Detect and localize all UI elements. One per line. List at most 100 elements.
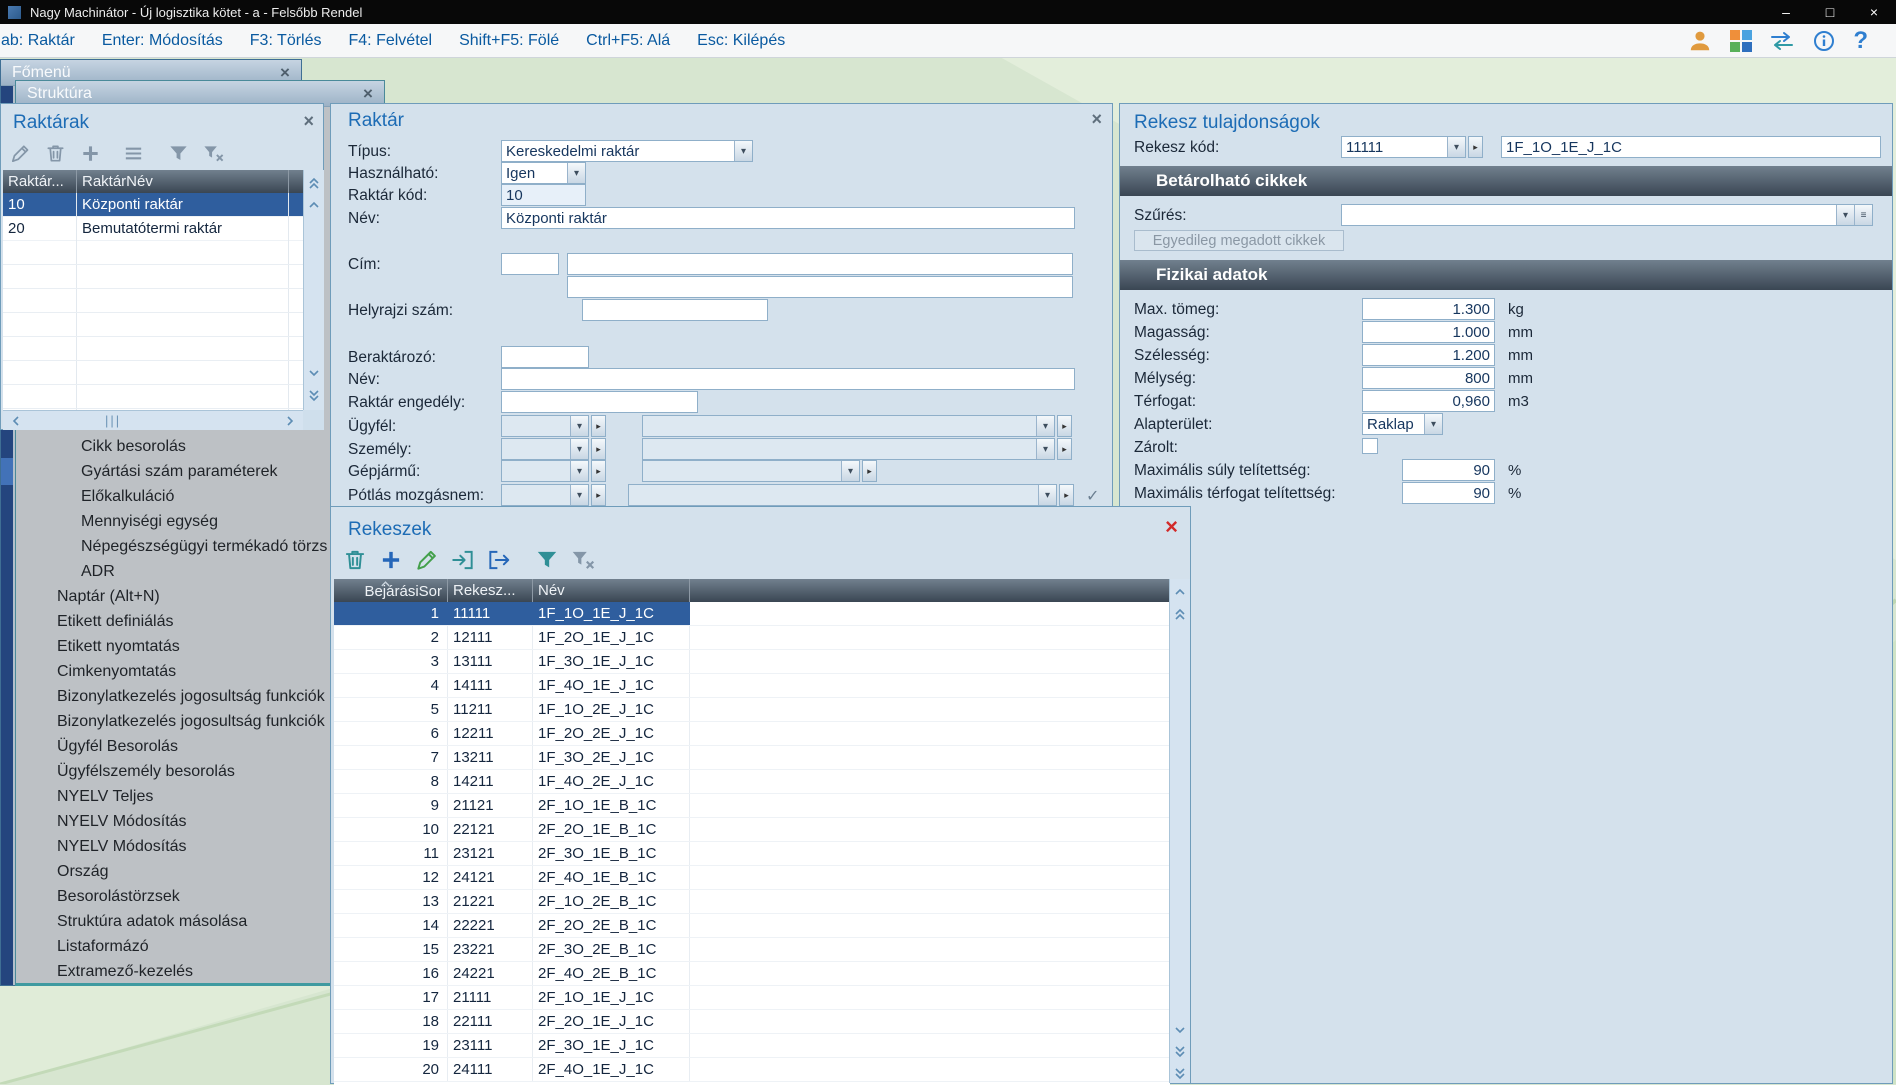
menu-item[interactable]: Listaformázó — [18, 934, 381, 959]
apps-grid-icon[interactable] — [1730, 30, 1752, 52]
cim-code-field[interactable] — [501, 253, 559, 275]
menu-item[interactable]: Naptár (Alt+N) — [18, 584, 381, 609]
max-terfogat-field[interactable] — [1402, 482, 1495, 504]
rekesz-table-row[interactable]: 15 23221 2F_3O_2E_B_1C — [334, 938, 1170, 962]
menu-item[interactable]: Ügyfélszemély besorolás — [18, 759, 381, 784]
scroll-up-icon[interactable] — [304, 194, 324, 216]
rekesz-kod-lookup-icon[interactable]: ▸ — [1468, 136, 1483, 158]
menubar-item[interactable]: ab: Raktár — [1, 32, 75, 50]
scroll-down-icon[interactable] — [1170, 1019, 1190, 1041]
szures-combo[interactable]: ▾ ≡ — [1341, 204, 1873, 226]
szelesseg-field[interactable] — [1362, 344, 1495, 366]
menu-item[interactable]: Előkalkuláció — [18, 484, 381, 509]
gepjarmu-kod-combo[interactable]: ▾ — [501, 460, 589, 482]
rekesz-table-row[interactable]: 8 14211 1F_4O_2E_J_1C — [334, 770, 1170, 794]
szemely-kod-combo[interactable]: ▾ — [501, 438, 589, 460]
filter-icon[interactable] — [534, 547, 560, 573]
delete-icon[interactable] — [342, 547, 368, 573]
menu-item[interactable]: Népegészségügyi termékadó törzs — [18, 534, 381, 559]
rekesz-table-row[interactable]: 13 21221 2F_1O_2E_B_1C — [334, 890, 1170, 914]
szemely-nev-combo[interactable]: ▾ — [642, 438, 1055, 460]
ugyfel-kod-lookup-icon[interactable]: ▸ — [591, 415, 606, 437]
rekesz-table-row[interactable]: 9 21121 2F_1O_1E_B_1C — [334, 794, 1170, 818]
menu-item[interactable]: Cimkenyomtatás — [18, 659, 381, 684]
info-icon[interactable] — [1812, 29, 1836, 53]
menu-item[interactable]: Extramező-kezelés — [18, 959, 381, 984]
hasznalhato-combo[interactable]: Igen ▾ — [501, 162, 586, 184]
szemely-kod-lookup-icon[interactable]: ▸ — [591, 438, 606, 460]
beraktarozo-field[interactable] — [501, 346, 589, 368]
scrollbar-grip[interactable]: ||| — [105, 413, 121, 428]
import-icon[interactable] — [450, 547, 476, 573]
rekesz-table-row[interactable]: 3 13111 1F_3O_1E_J_1C — [334, 650, 1170, 674]
menubar-item[interactable]: F4: Felvétel — [349, 32, 433, 50]
raktar-kod-field[interactable] — [501, 184, 586, 206]
filter-icon[interactable] — [167, 142, 190, 165]
close-button[interactable]: × — [1852, 0, 1896, 24]
potlas-nev-combo[interactable]: ▾ — [628, 484, 1057, 506]
egyedi-cikkek-button[interactable]: Egyedileg megadott cikkek — [1134, 230, 1344, 251]
column-header-raktarnev[interactable]: RaktárNév — [77, 170, 289, 193]
clear-filter-icon[interactable] — [570, 547, 596, 573]
rekesz-table-row[interactable]: 12 24121 2F_4O_1E_B_1C — [334, 866, 1170, 890]
potlas-kod-lookup-icon[interactable]: ▸ — [591, 484, 606, 506]
szemely-nev-lookup-icon[interactable]: ▸ — [1057, 438, 1072, 460]
cim-line1-field[interactable] — [567, 253, 1073, 275]
rekesz-table-row[interactable]: 14 22221 2F_2O_2E_B_1C — [334, 914, 1170, 938]
max-tomeg-field[interactable] — [1362, 298, 1495, 320]
menu-item[interactable]: Etikett definiálás — [18, 609, 381, 634]
menubar-item[interactable]: Shift+F5: Fölé — [459, 32, 559, 50]
add-icon[interactable] — [79, 142, 102, 165]
rekesz-kod-combo[interactable]: 11111 ▾ — [1341, 136, 1466, 158]
raktarak-close-icon[interactable]: × — [303, 112, 314, 130]
ugyfel-kod-combo[interactable]: ▾ — [501, 415, 589, 437]
menu-item[interactable]: NYELV Módosítás — [18, 809, 381, 834]
edit-icon[interactable] — [414, 547, 440, 573]
scroll-down-icon[interactable] — [304, 362, 324, 384]
column-header-nev[interactable]: Név — [533, 579, 690, 602]
scroll-page-down-icon[interactable] — [1170, 1041, 1190, 1063]
transfer-arrows-icon[interactable] — [1769, 30, 1795, 52]
list-icon[interactable] — [122, 142, 145, 165]
menu-item[interactable]: Cikk besorolás — [18, 434, 381, 459]
rekesz-table-row[interactable]: 10 22121 2F_2O_1E_B_1C — [334, 818, 1170, 842]
menu-item[interactable]: Bizonylatkezelés jogosultság funkciók — [18, 709, 381, 734]
raktar-table-row[interactable]: 20 Bemutatótermi raktár — [3, 217, 303, 241]
scroll-left-icon[interactable] — [5, 411, 27, 430]
rekesz-table-row[interactable]: 17 21111 2F_1O_1E_J_1C — [334, 986, 1170, 1010]
edit-icon[interactable] — [9, 142, 32, 165]
helyrajzi-szam-field[interactable] — [582, 299, 768, 321]
rekesz-table-row[interactable]: 18 22111 2F_2O_1E_J_1C — [334, 1010, 1170, 1034]
nev-field[interactable] — [501, 207, 1075, 229]
raktar-table-row[interactable]: 10 Központi raktár — [3, 193, 303, 217]
user-icon[interactable] — [1687, 28, 1713, 54]
menu-item[interactable]: NYELV Módosítás — [18, 834, 381, 859]
fomenu-scroll-marker[interactable] — [1, 458, 13, 485]
menu-item[interactable]: Ország — [18, 859, 381, 884]
scroll-page-up-icon[interactable] — [304, 172, 324, 194]
maximize-button[interactable]: □ — [1808, 0, 1852, 24]
clear-filter-icon[interactable] — [202, 142, 225, 165]
struktura-close-icon[interactable]: × — [359, 85, 377, 103]
menu-item[interactable]: Mennyiségi egység — [18, 509, 381, 534]
zarolt-checkbox[interactable] — [1362, 438, 1378, 454]
rekesz-table-row[interactable]: 11 23121 2F_3O_1E_B_1C — [334, 842, 1170, 866]
potlas-kod-combo[interactable]: ▾ — [501, 484, 589, 506]
nev2-field[interactable] — [501, 368, 1075, 390]
tipus-combo[interactable]: Kereskedelmi raktár ▾ — [501, 140, 753, 162]
export-icon[interactable] — [486, 547, 512, 573]
delete-icon[interactable] — [44, 142, 67, 165]
scroll-right-icon[interactable] — [279, 411, 301, 430]
help-icon[interactable]: ? — [1853, 30, 1868, 52]
rekeszek-close-icon[interactable]: × — [1165, 517, 1178, 537]
minimize-button[interactable]: – — [1764, 0, 1808, 24]
potlas-nev-lookup-icon[interactable]: ▸ — [1059, 484, 1074, 506]
menu-item[interactable]: Bizonylatkezelés jogosultság funkciók — [18, 684, 381, 709]
gepjarmu-nev-combo[interactable]: ▾ — [642, 460, 860, 482]
rekesz-table-row[interactable]: 2 12111 1F_2O_1E_J_1C — [334, 626, 1170, 650]
ugyfel-nev-combo[interactable]: ▾ — [642, 415, 1055, 437]
column-header-raktarkod[interactable]: Raktár... — [3, 170, 77, 193]
rekesz-nev-field[interactable] — [1501, 136, 1881, 158]
menu-item[interactable]: NYELV Teljes — [18, 784, 381, 809]
menu-item[interactable]: Besorolástörzsek — [18, 884, 381, 909]
